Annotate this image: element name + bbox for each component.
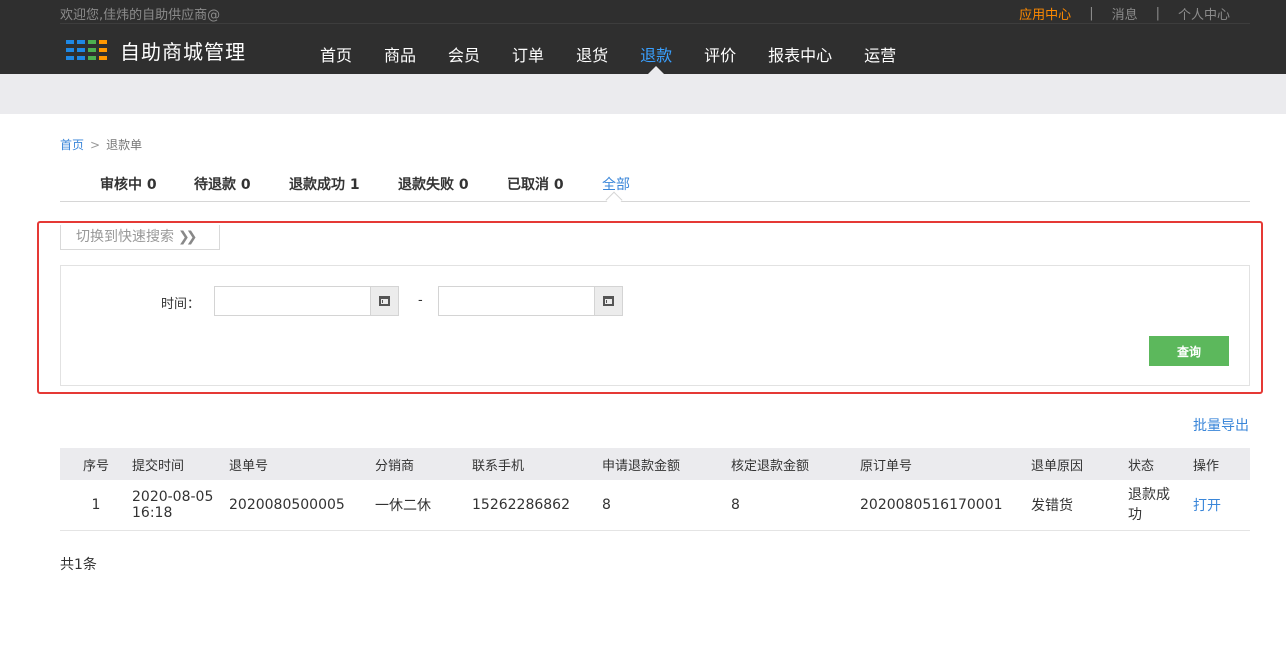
cell-index: 1 xyxy=(60,480,132,531)
breadcrumb-home[interactable]: 首页 xyxy=(60,138,84,152)
table-row: 1 2020-08-05 16:18 2020080500005 一休二休 15… xyxy=(60,480,1250,531)
breadcrumb: 首页 > 退款单 xyxy=(60,136,142,153)
batch-export-link[interactable]: 批量导出 xyxy=(1193,415,1249,435)
column-header: 退单号 xyxy=(229,448,375,480)
time-label: 时间： xyxy=(161,297,201,312)
top-header: 欢迎您,佳炜的自助供应商@ 应用中心 | 消息 | 个人中心 自助商城管理 首页… xyxy=(0,0,1286,74)
column-header: 联系手机 xyxy=(472,448,602,480)
app-center-link[interactable]: 应用中心 xyxy=(1019,4,1071,23)
query-button[interactable]: 查询 xyxy=(1149,336,1229,366)
column-header: 核定退款金额 xyxy=(731,448,860,480)
cell-phone: 15262286862 xyxy=(472,480,602,531)
column-header: 序号 xyxy=(60,448,132,480)
cell-order-no: 2020080516170001 xyxy=(860,480,1031,531)
start-date-input[interactable] xyxy=(214,286,399,316)
status-text: 退款成功 xyxy=(1128,486,1170,523)
tab-refund-success[interactable]: 退款成功 1 xyxy=(289,174,360,194)
logo[interactable]: 自助商城管理 xyxy=(66,36,246,65)
nav-item-orders[interactable]: 订单 xyxy=(496,42,560,74)
column-header: 申请退款金额 xyxy=(602,448,731,480)
nav-item-refunds[interactable]: 退款 xyxy=(624,42,688,74)
nav-item-members[interactable]: 会员 xyxy=(432,42,496,74)
open-link[interactable]: 打开 xyxy=(1193,498,1221,514)
column-header: 提交时间 xyxy=(132,448,229,480)
nav-item-returns[interactable]: 退货 xyxy=(560,42,624,74)
cell-approved-amount: 8 xyxy=(731,480,860,531)
tab-cancelled[interactable]: 已取消 0 xyxy=(507,174,564,194)
logo-grid-icon xyxy=(66,39,107,62)
quick-search-label: 切换到快速搜索 xyxy=(76,229,174,245)
tab-refund-failed[interactable]: 退款失败 0 xyxy=(398,174,469,194)
end-date-input[interactable] xyxy=(438,286,623,316)
tab-all[interactable]: 全部 xyxy=(602,174,630,194)
separator: | xyxy=(1155,6,1160,21)
cell-requested-amount: 8 xyxy=(602,480,731,531)
cell-refund-no: 2020080500005 xyxy=(229,480,375,531)
sub-nav-band xyxy=(0,74,1286,114)
refund-table: 序号 提交时间 退单号 分销商 联系手机 申请退款金额 核定退款金额 原订单号 … xyxy=(60,448,1250,531)
breadcrumb-current: 退款单 xyxy=(106,138,143,152)
submit-date: 2020-08-05 xyxy=(132,488,214,505)
cell-reason: 发错货 xyxy=(1031,480,1128,531)
logo-title: 自助商城管理 xyxy=(120,40,246,64)
nav-item-reviews[interactable]: 评价 xyxy=(688,42,752,74)
date-range-separator: - xyxy=(418,293,423,308)
welcome-text: 欢迎您,佳炜的自助供应商@ xyxy=(60,8,221,23)
column-header: 状态 xyxy=(1128,448,1193,480)
divider xyxy=(60,23,1250,24)
quick-search-toggle[interactable]: 切换到快速搜索 ❯❯ xyxy=(60,225,220,250)
top-links: 应用中心 | 消息 | 个人中心 xyxy=(1019,4,1230,23)
tab-pending-refund[interactable]: 待退款 0 xyxy=(194,174,251,194)
separator: | xyxy=(1089,6,1094,21)
personal-center-link[interactable]: 个人中心 xyxy=(1178,4,1230,23)
status-tabs: 审核中 0 待退款 0 退款成功 1 退款失败 0 已取消 0 全部 xyxy=(60,166,1250,209)
messages-link[interactable]: 消息 xyxy=(1112,4,1138,23)
nav-item-reports[interactable]: 报表中心 xyxy=(752,42,848,74)
column-header: 退单原因 xyxy=(1031,448,1128,480)
cell-distributor: 一休二休 xyxy=(375,480,472,531)
column-header: 分销商 xyxy=(375,448,472,480)
nav-item-operations[interactable]: 运营 xyxy=(848,42,912,74)
active-tab-caret xyxy=(605,191,623,209)
total-count: 共1条 xyxy=(60,557,97,573)
tab-reviewing[interactable]: 审核中 0 xyxy=(100,174,157,194)
cell-status: 退款成功 xyxy=(1128,480,1193,531)
nav-item-products[interactable]: 商品 xyxy=(368,42,432,74)
nav-item-home[interactable]: 首页 xyxy=(304,42,368,74)
calendar-icon[interactable] xyxy=(594,287,622,315)
double-chevron-right-icon: ❯❯ xyxy=(178,229,198,245)
table-header-row: 序号 提交时间 退单号 分销商 联系手机 申请退款金额 核定退款金额 原订单号 … xyxy=(60,448,1250,480)
top-utility-bar: 欢迎您,佳炜的自助供应商@ 应用中心 | 消息 | 个人中心 xyxy=(0,0,1286,24)
cell-submit-time: 2020-08-05 16:18 xyxy=(132,480,229,531)
calendar-icon[interactable] xyxy=(370,287,398,315)
search-panel: 时间： - 查询 xyxy=(60,265,1250,386)
submit-time: 16:18 xyxy=(132,504,173,521)
column-header: 操作 xyxy=(1193,448,1250,480)
column-header: 原订单号 xyxy=(860,448,1031,480)
breadcrumb-arrow: > xyxy=(90,138,101,152)
cell-action: 打开 xyxy=(1193,480,1250,531)
main-nav: 首页 商品 会员 订单 退货 退款 评价 报表中心 运营 xyxy=(304,42,912,74)
